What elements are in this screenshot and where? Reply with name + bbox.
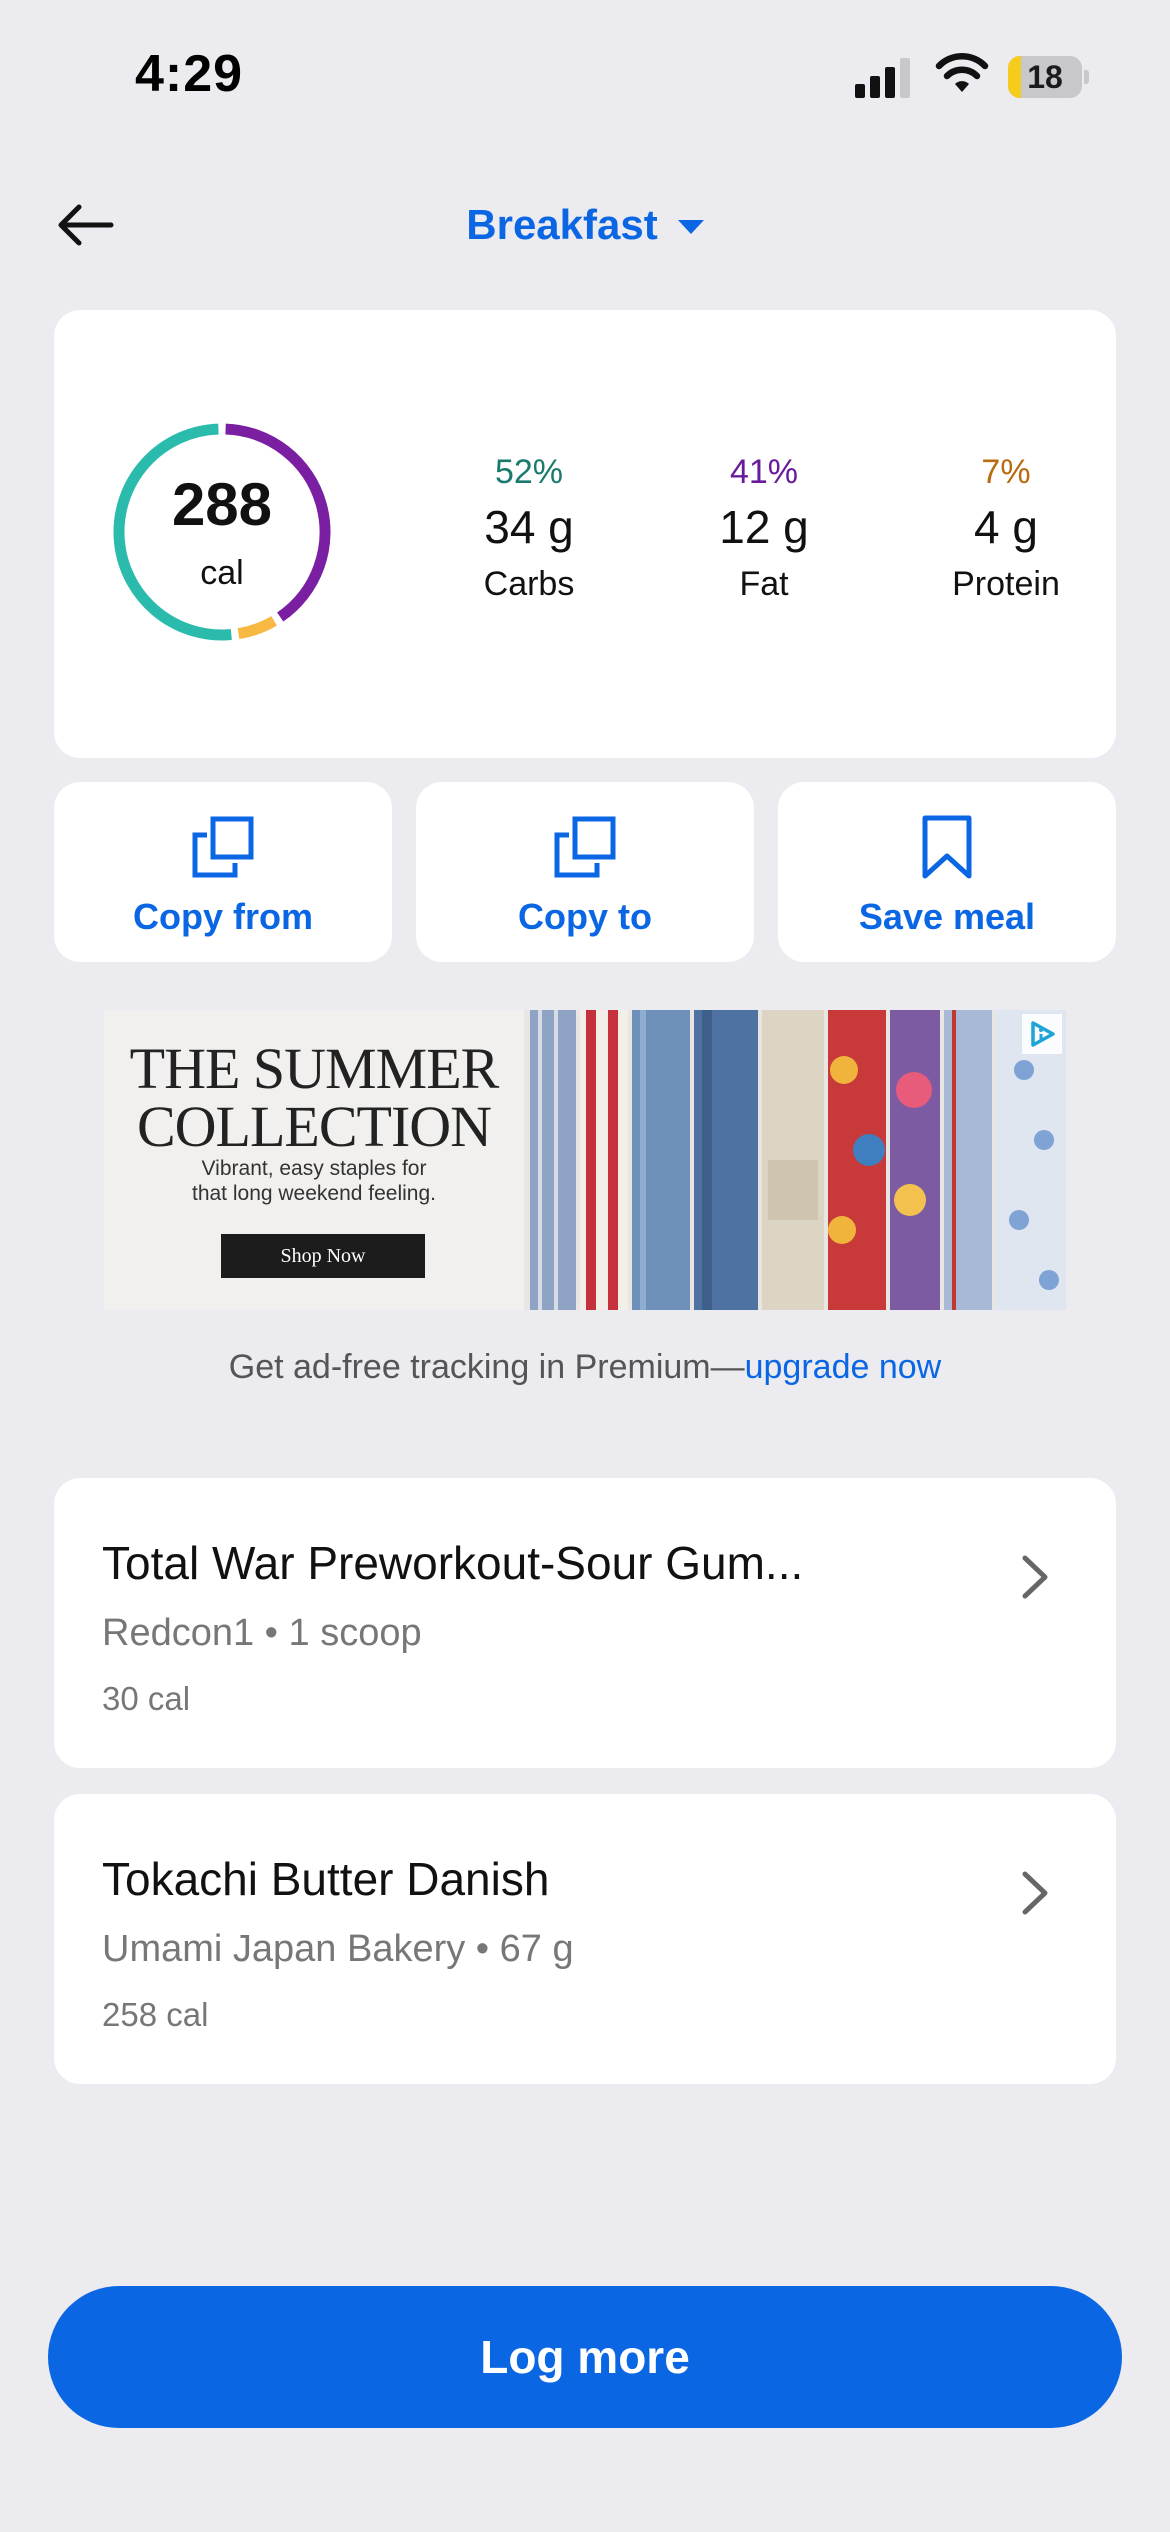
fat-label: Fat: [739, 565, 789, 603]
battery-icon: 18: [1008, 56, 1089, 98]
premium-upsell: Get ad-free tracking in Premium—upgrade …: [0, 1348, 1170, 1387]
calorie-value: 288: [171, 471, 273, 538]
save-meal-button[interactable]: Save meal: [778, 782, 1116, 962]
chevron-right-icon: [1022, 1871, 1048, 1915]
copy-to-label: Copy to: [518, 896, 652, 937]
ad-subline: Vibrant, easy staples for that long week…: [191, 1157, 436, 1205]
food-name: Total War Preworkout-Sour Gum...: [102, 1537, 804, 1589]
upgrade-now-link[interactable]: upgrade now: [745, 1348, 942, 1386]
calorie-unit: cal: [200, 554, 244, 592]
food-name: Tokachi Butter Danish: [102, 1853, 550, 1905]
chevron-right-icon: [1022, 1555, 1048, 1599]
calorie-ring: 288 cal: [108, 418, 336, 646]
copy-to-button[interactable]: Copy to: [416, 782, 754, 962]
save-meal-label: Save meal: [858, 896, 1036, 937]
food-calories: 258 cal: [102, 1996, 209, 2033]
log-more-button[interactable]: Log more: [48, 2286, 1122, 2428]
premium-text: Get ad-free tracking in Premium—: [228, 1348, 745, 1386]
protein-label: Protein: [952, 565, 1060, 603]
food-entry[interactable]: Tokachi Butter Danish Umami Japan Bakery…: [54, 1794, 1116, 2084]
food-detail: Umami Japan Bakery • 67 g: [102, 1928, 574, 1970]
nutrition-summary-card: 288 cal 52% 34 g Carbs 41% 12 g Fat 7% 4…: [54, 310, 1116, 758]
ad-clothing-image: [524, 1010, 1066, 1310]
copy-icon: [192, 816, 254, 878]
ad-shop-now-button[interactable]: Shop Now: [221, 1234, 425, 1278]
protein-percent: 7%: [981, 453, 1031, 491]
meal-title: Breakfast: [466, 201, 658, 248]
arrow-left-icon: [58, 204, 114, 246]
copy-icon: [554, 816, 616, 878]
ad-choices-icon[interactable]: [1022, 1014, 1062, 1054]
protein-grams: 4 g: [974, 501, 1038, 553]
food-detail: Redcon1 • 1 scoop: [102, 1612, 422, 1654]
ad-headline: THE SUMMER COLLECTION: [129, 1036, 500, 1159]
battery-level: 18: [1027, 59, 1063, 95]
ad-banner[interactable]: THE SUMMER COLLECTION Vibrant, easy stapl…: [104, 1010, 1066, 1310]
meal-selector[interactable]: Breakfast: [466, 201, 704, 249]
copy-from-label: Copy from: [133, 896, 313, 937]
fat-percent: 41%: [729, 453, 799, 491]
signal-icon: [855, 58, 910, 98]
macro-carbs: 52% 34 g Carbs: [429, 450, 629, 608]
carbs-label: Carbs: [483, 565, 575, 603]
meal-selector-wrap: Breakfast: [0, 195, 1170, 255]
back-button[interactable]: [50, 195, 120, 255]
status-bar: 4:29 18: [0, 0, 1170, 150]
carbs-percent: 52%: [494, 453, 564, 491]
ring-segment-protein: [237, 616, 277, 640]
food-entry[interactable]: Total War Preworkout-Sour Gum... Redcon1…: [54, 1478, 1116, 1768]
carbs-grams: 34 g: [484, 501, 574, 553]
fat-grams: 12 g: [719, 501, 809, 553]
macro-protein: 7% 4 g Protein: [906, 450, 1106, 608]
macro-fat: 41% 12 g Fat: [664, 450, 864, 608]
wifi-icon: [935, 53, 989, 92]
food-calories: 30 cal: [102, 1680, 191, 1717]
caret-down-icon: [677, 220, 704, 234]
status-time: 4:29: [135, 45, 244, 103]
bookmark-icon: [922, 815, 972, 879]
copy-from-button[interactable]: Copy from: [54, 782, 392, 962]
